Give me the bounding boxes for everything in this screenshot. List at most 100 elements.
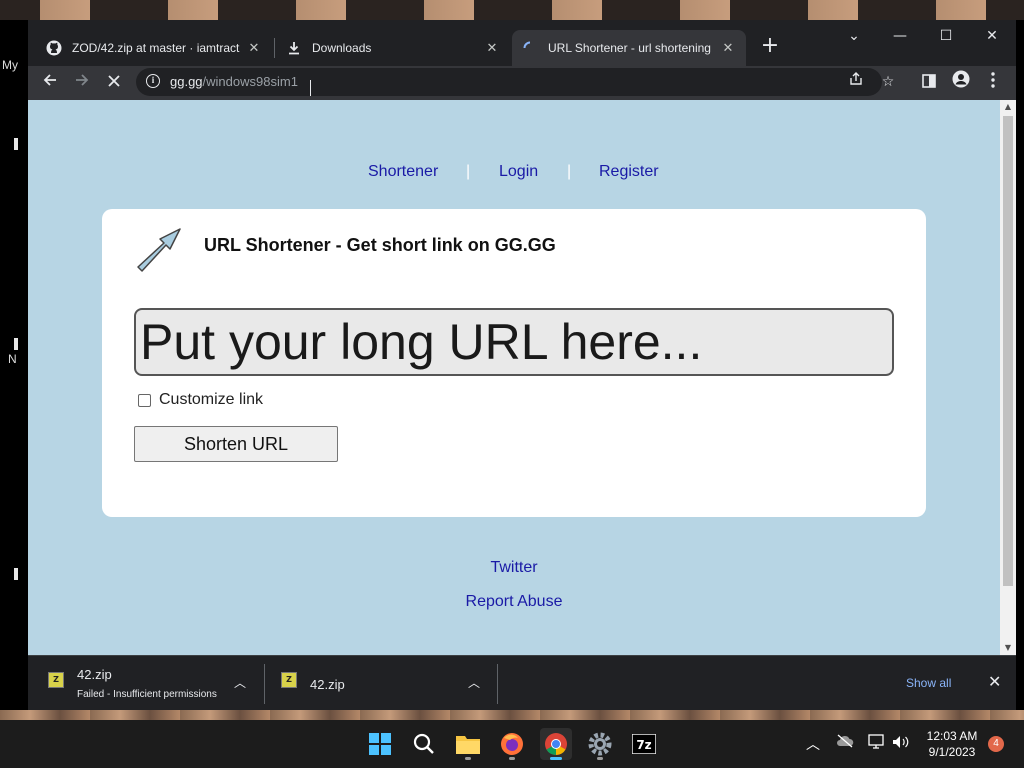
tab-search-button[interactable]: ⌄ [831, 24, 877, 48]
side-panel-icon [922, 74, 936, 88]
url-path: /windows98sim1 [202, 74, 298, 89]
tab-title: Downloads [312, 41, 372, 55]
customize-link-checkbox[interactable]: Customize link [138, 391, 263, 409]
tab-divider [274, 38, 275, 58]
share-icon[interactable] [846, 72, 866, 92]
side-panel-button[interactable] [916, 70, 942, 96]
clock-date: 9/1/2023 [928, 745, 976, 759]
arrow-logo-icon [137, 228, 181, 272]
download-divider [264, 664, 265, 704]
forward-button[interactable] [69, 70, 95, 96]
desktop-right-edge [1016, 20, 1024, 720]
desktop-left-edge: My N [0, 20, 28, 720]
page-scrollbar[interactable]: ▲ ▼ [1000, 100, 1016, 655]
svg-text:7z: 7z [636, 738, 651, 752]
file-explorer-icon[interactable] [452, 728, 484, 760]
desktop-icon-label: N [8, 352, 17, 366]
github-icon [46, 40, 62, 56]
download-item[interactable]: Z 42.zip ︿ [266, 656, 496, 711]
shorten-url-button[interactable]: Shorten URL [134, 426, 338, 462]
minimize-button[interactable]: — [877, 24, 923, 48]
desktop-icon-label: My [2, 58, 18, 72]
download-filename: 42.zip [310, 677, 345, 692]
cloud-offline-icon[interactable] [836, 734, 854, 752]
scroll-up-icon[interactable]: ▲ [1000, 100, 1016, 114]
close-window-button[interactable]: ✕ [969, 24, 1015, 48]
back-button[interactable] [37, 70, 63, 96]
close-icon[interactable]: ✕ [720, 40, 736, 56]
windows-start-icon[interactable] [364, 728, 396, 760]
download-status: Failed - Insufficient permissions [77, 689, 217, 700]
system-clock[interactable]: 12:03 AM 9/1/2023 [920, 728, 984, 760]
new-tab-button[interactable]: + [758, 34, 782, 58]
chevron-up-icon[interactable]: ︿ [234, 674, 246, 691]
nav-login-link[interactable]: Login [499, 163, 538, 181]
network-icon[interactable] [868, 734, 886, 754]
download-bar: Z 42.zip Failed - Insufficient permissio… [28, 655, 1016, 710]
desktop-icon-fragment [14, 338, 18, 350]
browser-toolbar: i gg.gg/windows98sim1 ☆ [28, 66, 1016, 100]
customize-link-label: Customize link [159, 391, 264, 408]
chevron-up-icon[interactable]: ︿ [806, 734, 820, 754]
zip-file-icon: Z [48, 672, 64, 688]
desktop-wallpaper-top [0, 0, 1024, 20]
star-icon[interactable]: ☆ [878, 72, 898, 92]
profile-icon [952, 70, 970, 88]
twitter-link[interactable]: Twitter [490, 559, 537, 576]
clock-time: 12:03 AM [926, 729, 978, 743]
desktop-icon-fragment [14, 568, 18, 580]
tab-title: ZOD/42.zip at master · iamtraction [72, 41, 240, 55]
download-item[interactable]: Z 42.zip Failed - Insufficient permissio… [28, 656, 264, 711]
tab-strip: ZOD/42.zip at master · iamtraction ✕ Dow… [28, 20, 1016, 66]
browser-window: ZOD/42.zip at master · iamtraction ✕ Dow… [28, 20, 1016, 710]
menu-button[interactable] [980, 70, 1006, 96]
report-abuse-link[interactable]: Report Abuse [466, 593, 563, 610]
close-download-bar-button[interactable]: ✕ [988, 672, 1001, 691]
show-all-button[interactable]: Show all [906, 676, 951, 690]
volume-icon[interactable] [892, 734, 910, 754]
close-icon[interactable]: ✕ [484, 40, 500, 56]
nav-separator: | [466, 163, 471, 180]
site-nav: Shortener | Login | Register [28, 163, 1000, 185]
chevron-up-icon[interactable]: ︿ [468, 674, 480, 691]
address-bar[interactable]: i gg.gg/windows98sim1 ☆ [136, 68, 894, 96]
settings-icon[interactable] [584, 728, 616, 760]
desktop-wallpaper-bottom [0, 710, 1024, 720]
checkbox-icon[interactable] [138, 393, 151, 407]
loading-spinner-icon [522, 40, 538, 56]
arrow-right-icon [76, 74, 89, 86]
text-cursor-icon [310, 80, 312, 96]
tab-url-shortener[interactable]: URL Shortener - url shortening service ✕ [512, 30, 746, 66]
url-host: gg.gg [170, 74, 203, 89]
desktop-icon-fragment [14, 138, 18, 150]
tab-github[interactable]: ZOD/42.zip at master · iamtraction ✕ [36, 30, 272, 66]
page-viewport: Shortener | Login | Register URL Shorten… [28, 100, 1000, 655]
tab-downloads[interactable]: Downloads ✕ [276, 30, 510, 66]
footer-twitter: Twitter [28, 559, 1000, 577]
running-indicator [509, 757, 515, 760]
info-icon[interactable]: i [146, 74, 160, 88]
zip-file-icon: Z [281, 672, 297, 688]
scrollbar-thumb[interactable] [1003, 116, 1013, 586]
scroll-down-icon[interactable]: ▼ [1000, 641, 1016, 655]
nav-separator: | [567, 163, 572, 180]
stop-loading-button[interactable] [101, 70, 127, 96]
shortener-card: URL Shortener - Get short link on GG.GG … [102, 209, 926, 517]
firefox-icon[interactable] [496, 728, 528, 760]
nav-shortener-link[interactable]: Shortener [368, 163, 438, 181]
chrome-icon[interactable] [540, 728, 572, 760]
taskbar: 7z ︿ 12:03 AM 9/1/2023 4 [0, 720, 1024, 768]
running-indicator [465, 757, 471, 760]
maximize-button[interactable]: ☐ [923, 24, 969, 48]
notification-badge[interactable]: 4 [988, 736, 1004, 752]
search-icon[interactable] [408, 728, 440, 760]
nav-register-link[interactable]: Register [599, 163, 659, 181]
long-url-input[interactable] [134, 308, 894, 376]
7zip-icon[interactable]: 7z [628, 728, 660, 760]
download-filename: 42.zip [77, 667, 112, 682]
profile-button[interactable] [948, 70, 974, 96]
footer-report: Report Abuse [28, 593, 1000, 611]
address-url[interactable]: gg.gg/windows98sim1 [170, 74, 298, 89]
more-vert-icon [991, 72, 995, 88]
close-icon[interactable]: ✕ [246, 40, 262, 56]
